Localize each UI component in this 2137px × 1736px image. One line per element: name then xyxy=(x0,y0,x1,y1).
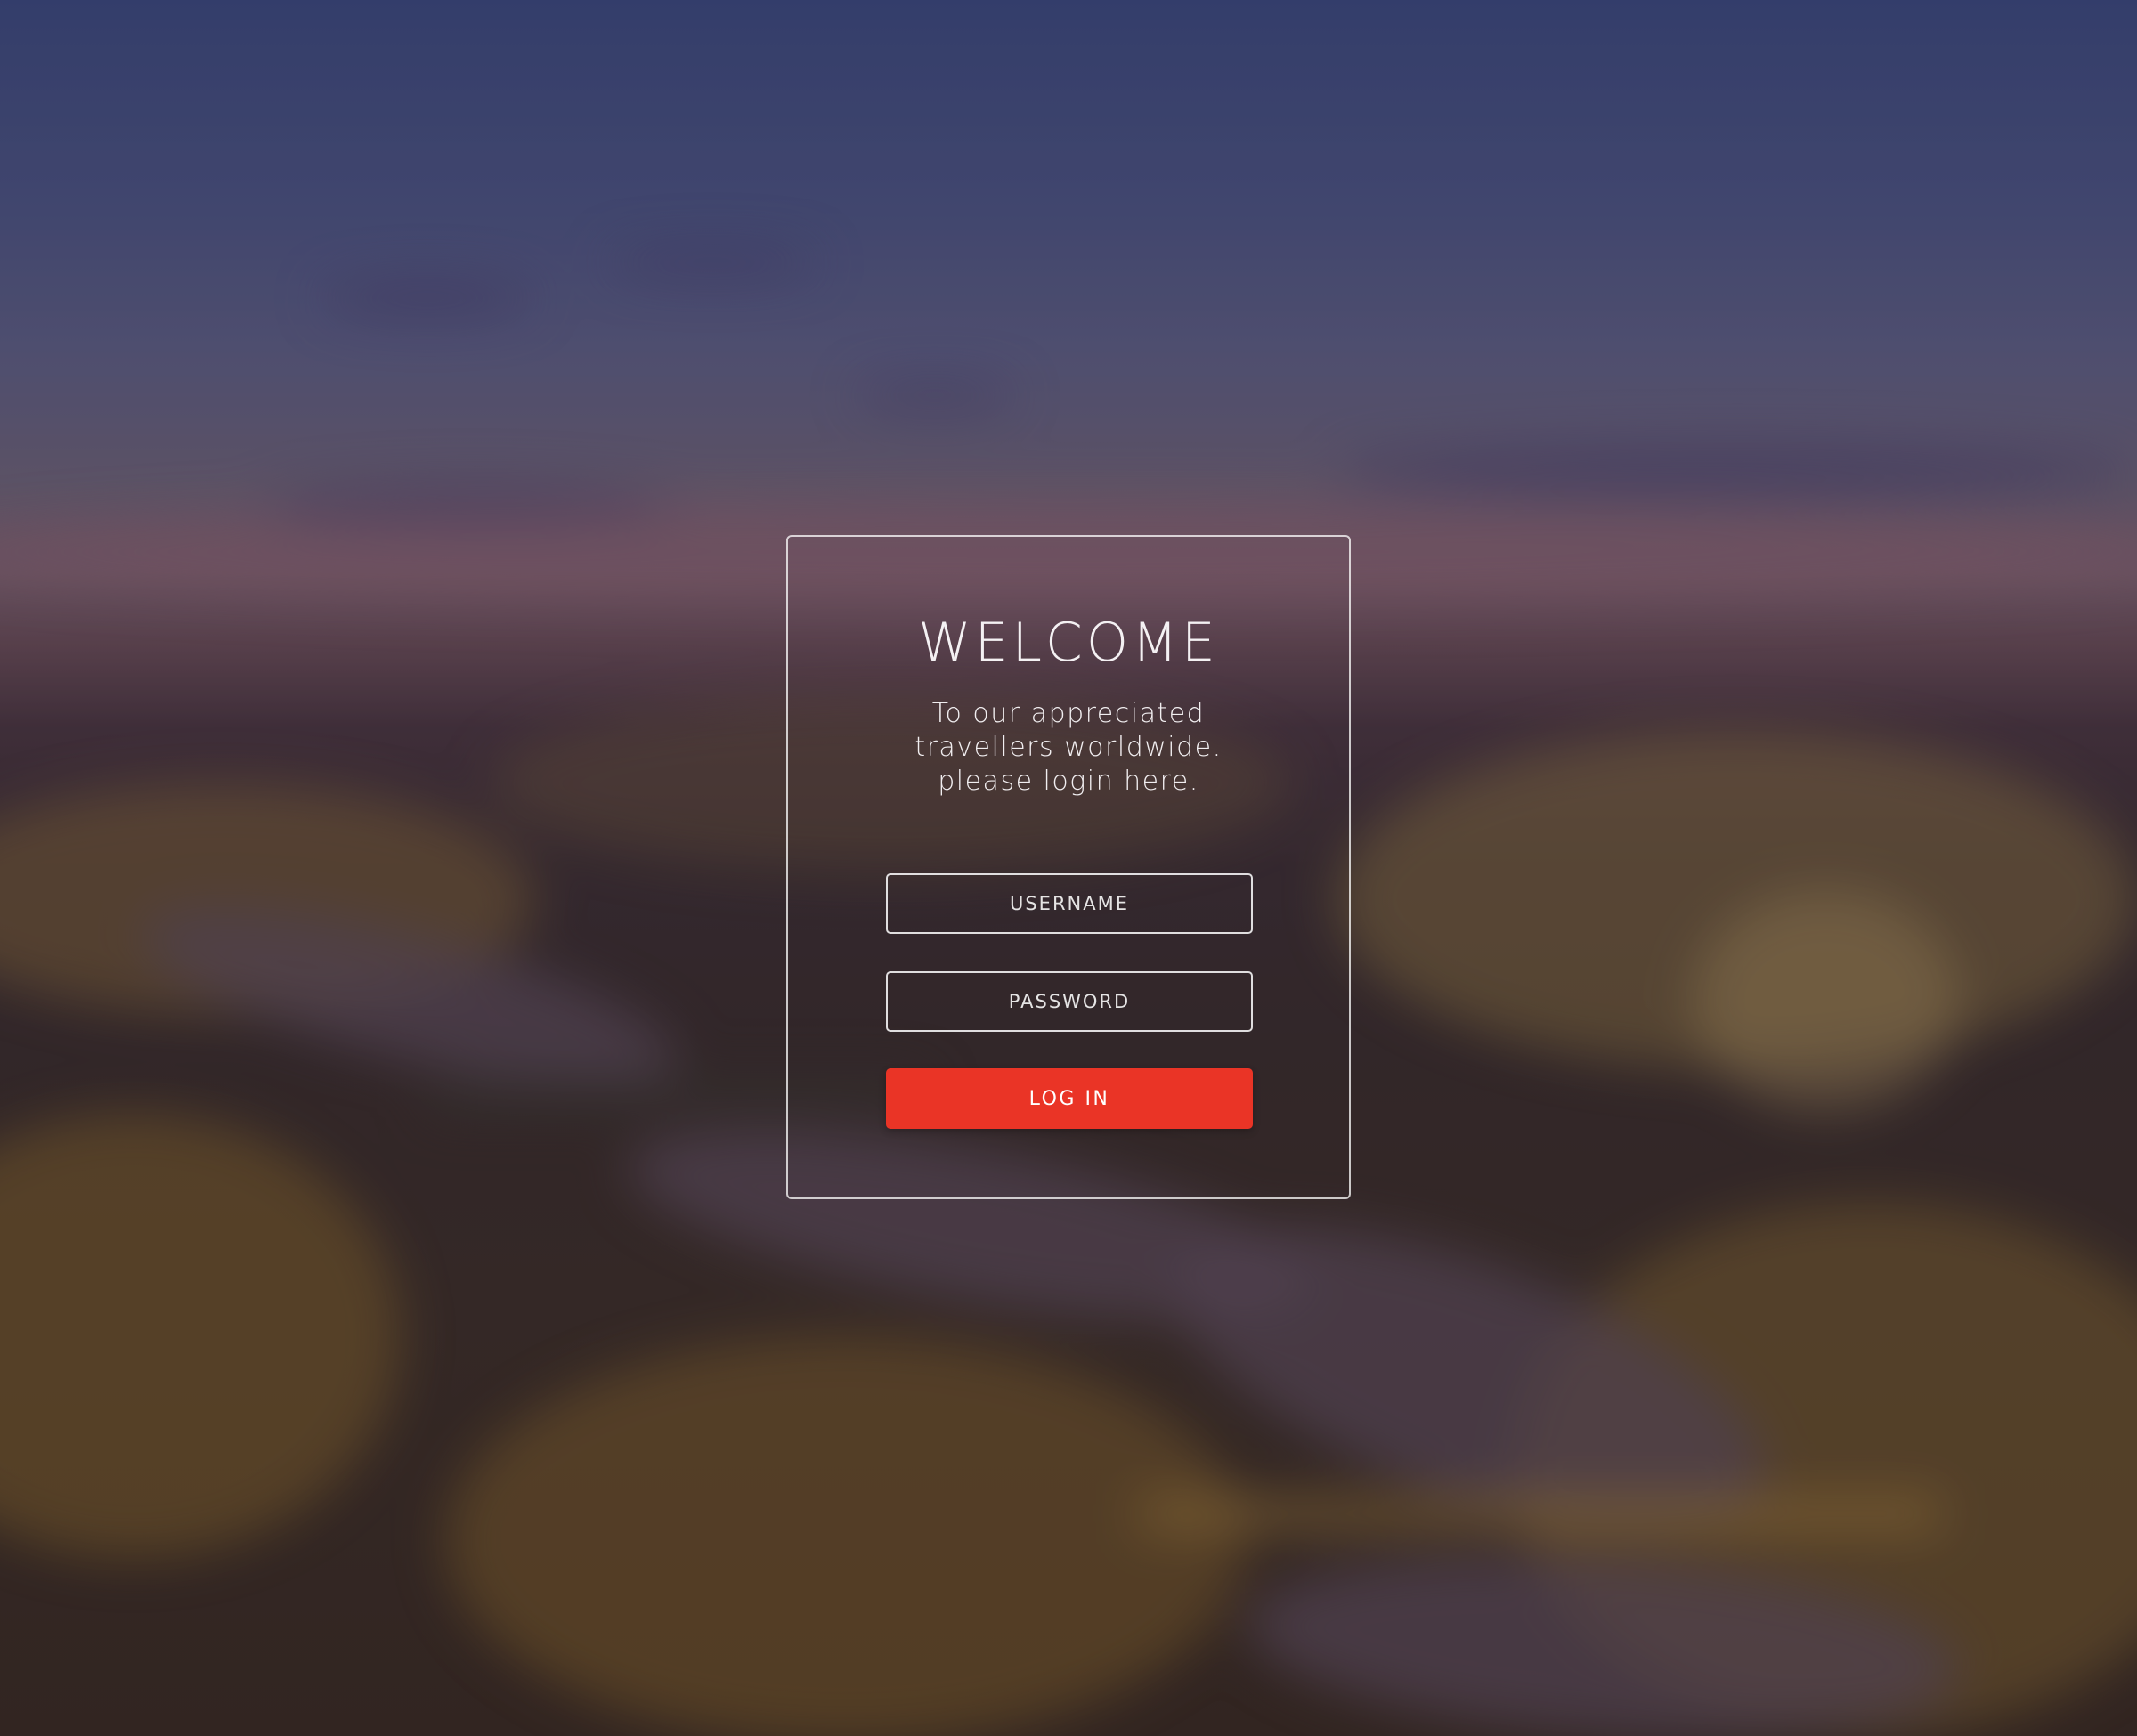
subtitle-line: To our appreciated xyxy=(931,698,1206,729)
subtitle-line: travellers worldwide. xyxy=(914,732,1223,763)
login-page: WELCOME To our appreciated travellers wo… xyxy=(0,0,2137,1736)
login-button[interactable]: LOG IN xyxy=(886,1068,1253,1129)
password-input[interactable] xyxy=(886,971,1253,1032)
username-input[interactable] xyxy=(886,873,1253,934)
login-card: WELCOME To our appreciated travellers wo… xyxy=(786,535,1351,1199)
subtitle-line: please login here. xyxy=(938,766,1199,797)
welcome-title: WELCOME xyxy=(918,612,1219,674)
welcome-subtitle: To our appreciated travellers worldwide.… xyxy=(788,697,1349,799)
